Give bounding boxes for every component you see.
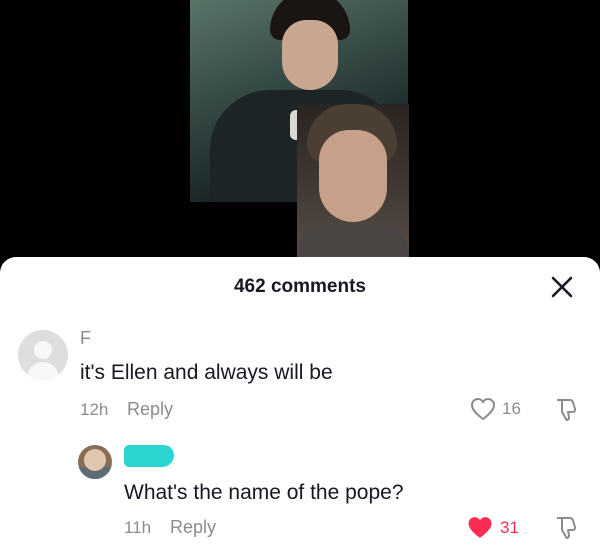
- video-frame-creator: [297, 104, 409, 270]
- comment-time: 12h: [80, 400, 109, 419]
- close-icon: [551, 276, 573, 298]
- comment-text: it's Ellen and always will be: [80, 361, 333, 384]
- dislike-button[interactable]: [553, 515, 579, 541]
- like-button[interactable]: 31: [466, 515, 519, 540]
- comments-sheet: 462 comments F it's Ellen and always wil…: [0, 257, 600, 553]
- comments-count-title: 462 comments: [233, 276, 366, 297]
- heart-outline-icon: [470, 397, 496, 421]
- video-player[interactable]: [0, 0, 600, 270]
- thumbs-down-icon: [557, 399, 577, 421]
- heart-filled-icon: [468, 517, 492, 538]
- comment-time: 11h: [124, 518, 152, 537]
- dislike-button[interactable]: [553, 397, 579, 423]
- thumbs-down-icon: [557, 517, 577, 539]
- reply-button[interactable]: Reply: [127, 399, 173, 420]
- avatar[interactable]: [18, 330, 68, 380]
- like-count: 31: [500, 517, 519, 537]
- like-count: 16: [502, 399, 521, 418]
- like-button[interactable]: 16: [470, 397, 521, 421]
- close-button[interactable]: [548, 273, 576, 301]
- reply-button[interactable]: Reply: [170, 517, 216, 538]
- comment-text: What's the name of the pope?: [124, 481, 404, 504]
- avatar[interactable]: [78, 445, 112, 479]
- comment-username[interactable]: F: [80, 328, 91, 349]
- redacted-username: [124, 445, 174, 467]
